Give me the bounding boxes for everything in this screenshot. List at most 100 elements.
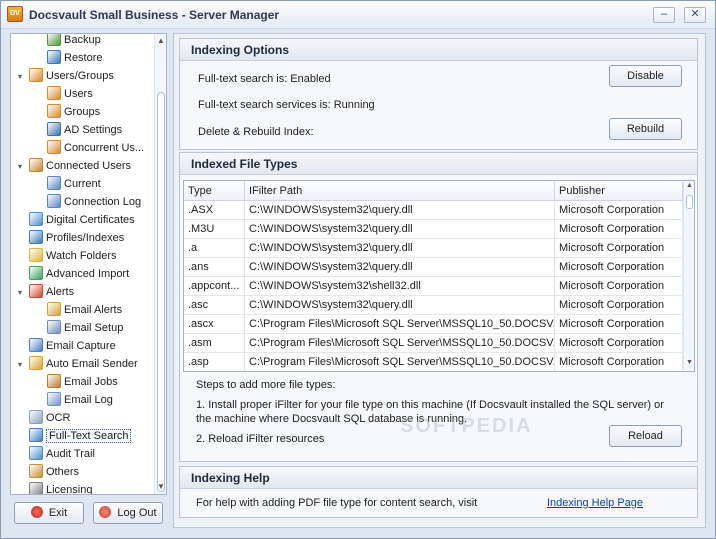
table-row[interactable]: .appcont... C:\WINDOWS\system32\shell32.d…: [184, 277, 683, 296]
scroll-thumb[interactable]: [157, 92, 165, 492]
tree-item-email-log[interactable]: Email Log: [47, 392, 113, 409]
email-log-icon: [47, 392, 61, 406]
tree-item-connection-log[interactable]: Connection Log: [47, 194, 141, 211]
table-row[interactable]: .asp C:\Program Files\Microsoft SQL Serve…: [184, 353, 683, 371]
tree-item-label: Groups: [64, 106, 101, 118]
backup-icon: [47, 34, 61, 46]
column-header-ifilter-path[interactable]: IFilter Path: [245, 181, 555, 201]
tree-item-label: Concurrent Us...: [64, 142, 145, 154]
tree-item-label: Users: [64, 88, 93, 100]
cell-type: .ASX: [184, 201, 245, 220]
exit-label: Exit: [48, 507, 68, 519]
tree-item-auto-email-sender[interactable]: ▾ Auto Email Sender: [18, 356, 138, 373]
tree-item-label: Others: [46, 466, 80, 478]
tree-item-label: AD Settings: [64, 124, 123, 136]
cell-publisher: Microsoft Corporation: [555, 334, 683, 353]
tree-item-audit-trail[interactable]: Audit Trail: [29, 446, 95, 463]
cell-type: .appcont...: [184, 277, 245, 296]
tree-item-licensing[interactable]: Licensing: [29, 482, 92, 494]
close-button[interactable]: ✕: [684, 7, 706, 23]
tree-item-full-text-search[interactable]: Full-Text Search: [29, 428, 132, 445]
title-bar[interactable]: DV Docsvault Small Business - Server Man…: [1, 1, 715, 29]
tree-item-alerts[interactable]: ▾ Alerts: [18, 284, 74, 301]
cell-ifilter-path: C:\WINDOWS\system32\shell32.dll: [245, 277, 555, 296]
indexed-file-types-header: Indexed File Types: [180, 153, 697, 175]
minimize-button[interactable]: –: [653, 7, 675, 23]
column-header-publisher[interactable]: Publisher: [555, 181, 683, 201]
cell-type: .ans: [184, 258, 245, 277]
table-row[interactable]: .ascx C:\Program Files\Microsoft SQL Serv…: [184, 315, 683, 334]
tree-item-ocr[interactable]: OCR: [29, 410, 70, 427]
scroll-down-icon[interactable]: ▼: [155, 481, 166, 493]
services-status: Full-text search services is: Running: [198, 99, 375, 111]
tree-scrollbar[interactable]: ▲ ▼: [154, 34, 166, 494]
tree-item-label: Email Capture: [46, 340, 116, 352]
watermark: SOFTPEDIA: [400, 415, 533, 437]
content-panel: Indexing Options Full-text search is: En…: [173, 33, 706, 528]
tree-item-email-alerts[interactable]: Email Alerts: [47, 302, 122, 319]
tree-item-label: Restore: [64, 52, 103, 64]
tree-item-label: Backup: [64, 34, 101, 46]
tree-item-users-groups[interactable]: ▾ Users/Groups: [18, 68, 114, 85]
tree-item-groups[interactable]: Groups: [47, 104, 100, 121]
table-row[interactable]: .M3U C:\WINDOWS\system32\query.dll Microso…: [184, 220, 683, 239]
fulltext-status: Full-text search is: Enabled: [198, 73, 331, 85]
concurrent-users-icon: [47, 140, 61, 154]
tree-item-watch-folders[interactable]: Watch Folders: [29, 248, 117, 265]
logout-button[interactable]: Log Out: [93, 502, 163, 524]
collapse-toggle-icon[interactable]: ▾: [18, 284, 22, 301]
tree-item-ad-settings[interactable]: AD Settings: [47, 122, 122, 139]
ocr-icon: [29, 410, 43, 424]
collapse-toggle-icon[interactable]: ▾: [18, 158, 22, 175]
tree-item-label: Email Alerts: [64, 304, 123, 316]
tree-item-label: Digital Certificates: [46, 214, 135, 226]
audit-icon: [29, 446, 43, 460]
tree-item-digital-certificates[interactable]: Digital Certificates: [29, 212, 135, 229]
column-header-type[interactable]: Type: [184, 181, 245, 201]
scroll-up-icon[interactable]: ▲: [684, 182, 694, 189]
disable-button[interactable]: Disable: [609, 65, 682, 87]
ad-settings-icon: [47, 122, 61, 136]
indexing-help-link[interactable]: Indexing Help Page: [547, 497, 643, 509]
auto-email-icon: [29, 356, 43, 370]
tree-item-restore[interactable]: Restore: [47, 50, 103, 67]
cell-ifilter-path: C:\WINDOWS\system32\query.dll: [245, 258, 555, 277]
scroll-down-icon[interactable]: ▼: [684, 359, 694, 366]
collapse-toggle-icon[interactable]: ▾: [18, 68, 22, 85]
table-row[interactable]: .ans C:\WINDOWS\system32\query.dll Microso…: [184, 258, 683, 277]
tree-item-current[interactable]: Current: [47, 176, 101, 193]
tree-item-email-jobs[interactable]: Email Jobs: [47, 374, 118, 391]
table-row[interactable]: .asm C:\Program Files\Microsoft SQL Serve…: [184, 334, 683, 353]
tree-item-concurrent-us[interactable]: Concurrent Us...: [47, 140, 144, 157]
collapse-toggle-icon[interactable]: ▾: [18, 356, 22, 373]
tree-item-label: Full-Text Search: [46, 429, 132, 443]
tree-item-email-setup[interactable]: Email Setup: [47, 320, 123, 337]
email-setup-icon: [47, 320, 61, 334]
connected-users-icon: [29, 158, 43, 172]
table-row[interactable]: .asc C:\WINDOWS\system32\query.dll Microso…: [184, 296, 683, 315]
steps-title: Steps to add more file types:: [196, 379, 336, 391]
tree-item-email-capture[interactable]: Email Capture: [29, 338, 116, 355]
tree-item-label: Auto Email Sender: [46, 358, 138, 370]
exit-icon: [30, 506, 43, 518]
tree-item-profiles-indexes[interactable]: Profiles/Indexes: [29, 230, 124, 247]
cell-publisher: Microsoft Corporation: [555, 296, 683, 315]
table-row[interactable]: .ASX C:\WINDOWS\system32\query.dll Microso…: [184, 201, 683, 220]
tree-item-users[interactable]: Users: [47, 86, 93, 103]
tree-item-others[interactable]: Others: [29, 464, 79, 481]
search-icon: [29, 428, 43, 442]
table-scrollbar[interactable]: ▲ ▼: [683, 181, 694, 371]
rebuild-button[interactable]: Rebuild: [609, 118, 682, 140]
restore-icon: [47, 50, 61, 64]
tree-item-backup[interactable]: Backup: [47, 34, 101, 49]
users-icon: [29, 68, 43, 82]
email-jobs-icon: [47, 374, 61, 388]
tree-item-connected-users[interactable]: ▾ Connected Users: [18, 158, 131, 175]
reload-button[interactable]: Reload: [609, 425, 682, 447]
table-row[interactable]: .a C:\WINDOWS\system32\query.dll Microsoft…: [184, 239, 683, 258]
tree-item-advanced-import[interactable]: Advanced Import: [29, 266, 129, 283]
cell-publisher: Microsoft Corporation: [555, 239, 683, 258]
scroll-thumb[interactable]: [686, 195, 693, 209]
scroll-up-icon[interactable]: ▲: [155, 35, 166, 47]
exit-button[interactable]: Exit: [14, 502, 84, 524]
